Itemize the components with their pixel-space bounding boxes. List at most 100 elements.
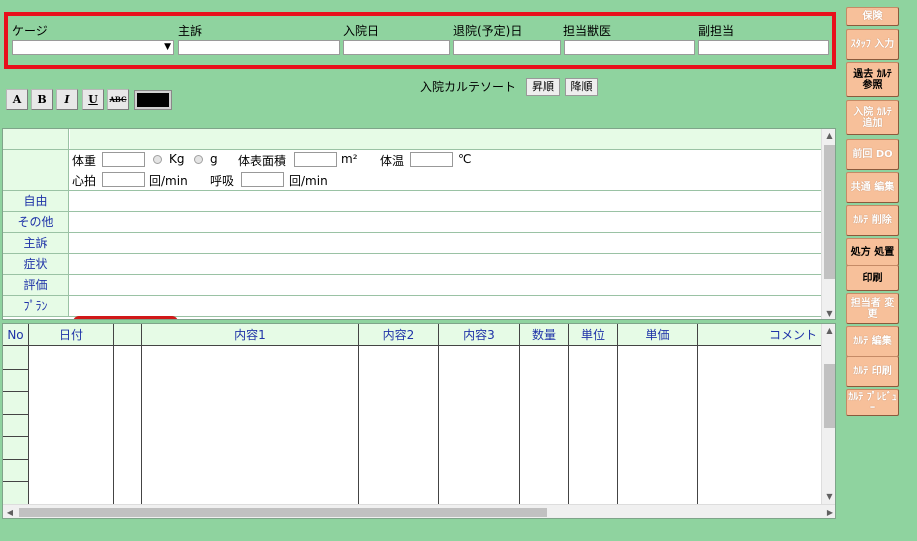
scroll-down-icon[interactable]: ▼ [822,307,835,319]
cage-select[interactable]: ▼ [12,40,174,55]
grid-horizontal-scrollbar[interactable]: ◀ ▶ [3,504,835,518]
karte-row-other: その他 [3,212,821,233]
col-date[interactable]: 日付 [29,324,114,346]
row-divider [3,369,29,370]
delete-karte-button[interactable]: ｶﾙﾃ 削除 [846,205,899,236]
row-divider [3,436,29,437]
col-quantity[interactable]: 数量 [520,324,569,346]
admission-date-input[interactable] [343,40,450,55]
weight-input[interactable] [102,152,145,167]
cage-label: ケージ [12,24,48,38]
edit-karte-button[interactable]: ｶﾙﾃ 編集 [846,326,899,357]
preview-karte-button[interactable]: ｶﾙﾃ ﾌﾟﾚﾋﾞｭｰ [846,389,899,416]
past-karte-button-label: 過去 ｶﾙﾃ 参照 [853,68,892,91]
scroll-up-icon[interactable]: ▲ [822,324,835,338]
pulse-input[interactable] [102,172,145,187]
karte-row-field[interactable] [70,212,821,232]
insurance-button-label: 保険 [862,11,883,22]
grid-vertical-scrollbar[interactable]: ▲ ▼ [821,324,835,504]
row-divider [3,481,29,482]
strikethrough-button[interactable]: ABC [107,89,129,110]
grid-header: No 日付 内容1 内容2 内容3 数量 単位 単価 コメント [3,324,821,346]
karte-row-label: 症状 [3,254,69,274]
karte-scroll-thumb[interactable] [824,145,835,279]
insurance-button[interactable]: 保険 [846,7,899,26]
col-comment[interactable]: コメント [698,324,821,346]
vitals-label [3,150,69,190]
change-staff-button[interactable]: 担当者 変更 [846,293,899,324]
row-divider [3,414,29,415]
past-karte-button[interactable]: 過去 ｶﾙﾃ 参照 [846,62,899,97]
discharge-date-input[interactable] [453,40,561,55]
print-karte-button[interactable]: ｶﾙﾃ 印刷 [846,356,899,387]
admission-date-label: 入院日 [343,24,380,38]
karte-row-label: ﾌﾟﾗﾝ [3,296,69,316]
karte-panel: 体重 Kg g 体表面積 m² 体温 ℃ 心拍 回/min 呼吸 回/min 自… [2,128,836,320]
chevron-down-icon: ▼ [164,42,171,52]
scroll-down-icon[interactable]: ▼ [822,490,835,504]
karte-row-label: 評価 [3,275,69,295]
col-blank[interactable] [114,324,142,346]
karte-vertical-scrollbar[interactable]: ▲ ▼ [821,129,835,319]
prescription-button[interactable]: 処方 処置 [846,238,899,266]
grid-scroll-thumb[interactable] [824,364,835,428]
sort-asc-button[interactable]: 昇順 [526,78,560,96]
underline-button[interactable]: U [82,89,104,110]
col-content2[interactable]: 内容2 [359,324,439,346]
temp-label: 体温 [380,154,405,168]
grid-divider [358,346,359,504]
discharge-date-label: 退院(予定)日 [453,24,523,38]
col-unit[interactable]: 単位 [569,324,618,346]
col-no[interactable]: No [3,324,29,346]
scroll-right-icon[interactable]: ▶ [823,505,835,518]
staff-input-button[interactable]: ｽﾀｯﾌ 入力 [846,29,899,60]
resp-input[interactable] [241,172,284,187]
scroll-left-icon[interactable]: ◀ [3,505,17,518]
karte-row-field[interactable] [70,254,821,274]
col-content3[interactable]: 内容3 [439,324,520,346]
bold-button[interactable]: B [31,89,53,110]
complaint-input[interactable] [178,40,340,55]
vitals-field: 体重 Kg g 体表面積 m² 体温 ℃ 心拍 回/min 呼吸 回/min [70,150,821,190]
grid-divider [141,346,142,504]
col-content1[interactable]: 内容1 [142,324,359,346]
vitals-row: 体重 Kg g 体表面積 m² 体温 ℃ 心拍 回/min 呼吸 回/min [3,150,821,191]
kg-radio[interactable] [153,155,162,164]
doctor-input[interactable] [564,40,695,55]
karte-top-row [3,129,821,150]
karte-row-field[interactable] [70,233,821,253]
add-inpatient-karte-button[interactable]: 入院 ｶﾙﾃ 追加 [846,100,899,135]
sort-desc-button[interactable]: 降順 [565,78,598,96]
karte-top-field[interactable] [70,129,821,149]
bsa-label: 体表面積 [238,154,287,168]
change-staff-button-label: 担当者 変更 [850,297,895,320]
karte-row-field[interactable] [70,296,821,316]
grid-divider [617,346,618,504]
italic-button[interactable]: I [56,89,78,110]
col-price[interactable]: 単価 [618,324,698,346]
scroll-up-icon[interactable]: ▲ [822,129,835,143]
font-button[interactable]: A [6,89,28,110]
add-inpatient-karte-button-label: 入院 ｶﾙﾃ 追加 [853,106,892,129]
print-button[interactable]: 印刷 [846,265,899,291]
karte-row-free: 自由 [3,191,821,212]
karte-row-field[interactable] [70,275,821,295]
karte-row-field[interactable] [70,191,821,211]
common-edit-button[interactable]: 共通 編集 [846,172,899,203]
sub-doctor-input[interactable] [698,40,829,55]
previous-do-button[interactable]: 前回 DO [846,139,899,170]
admission-header: ケージ 主訴 入院日 退院(予定)日 担当獣医 副担当 ▼ [4,12,836,69]
text-color-picker[interactable] [134,90,172,110]
g-radio[interactable] [194,155,203,164]
karte-row-symptom: 症状 [3,254,821,275]
sub-doctor-label: 副担当 [698,24,735,38]
temp-input[interactable] [410,152,453,167]
grid-hscroll-thumb[interactable] [19,508,547,517]
red-tab-indicator [73,316,178,319]
pulse-unit: 回/min [149,174,188,188]
grid-divider [519,346,520,504]
grid-divider [438,346,439,504]
temp-unit: ℃ [458,152,472,166]
bsa-input[interactable] [294,152,337,167]
grid-divider [697,346,698,504]
